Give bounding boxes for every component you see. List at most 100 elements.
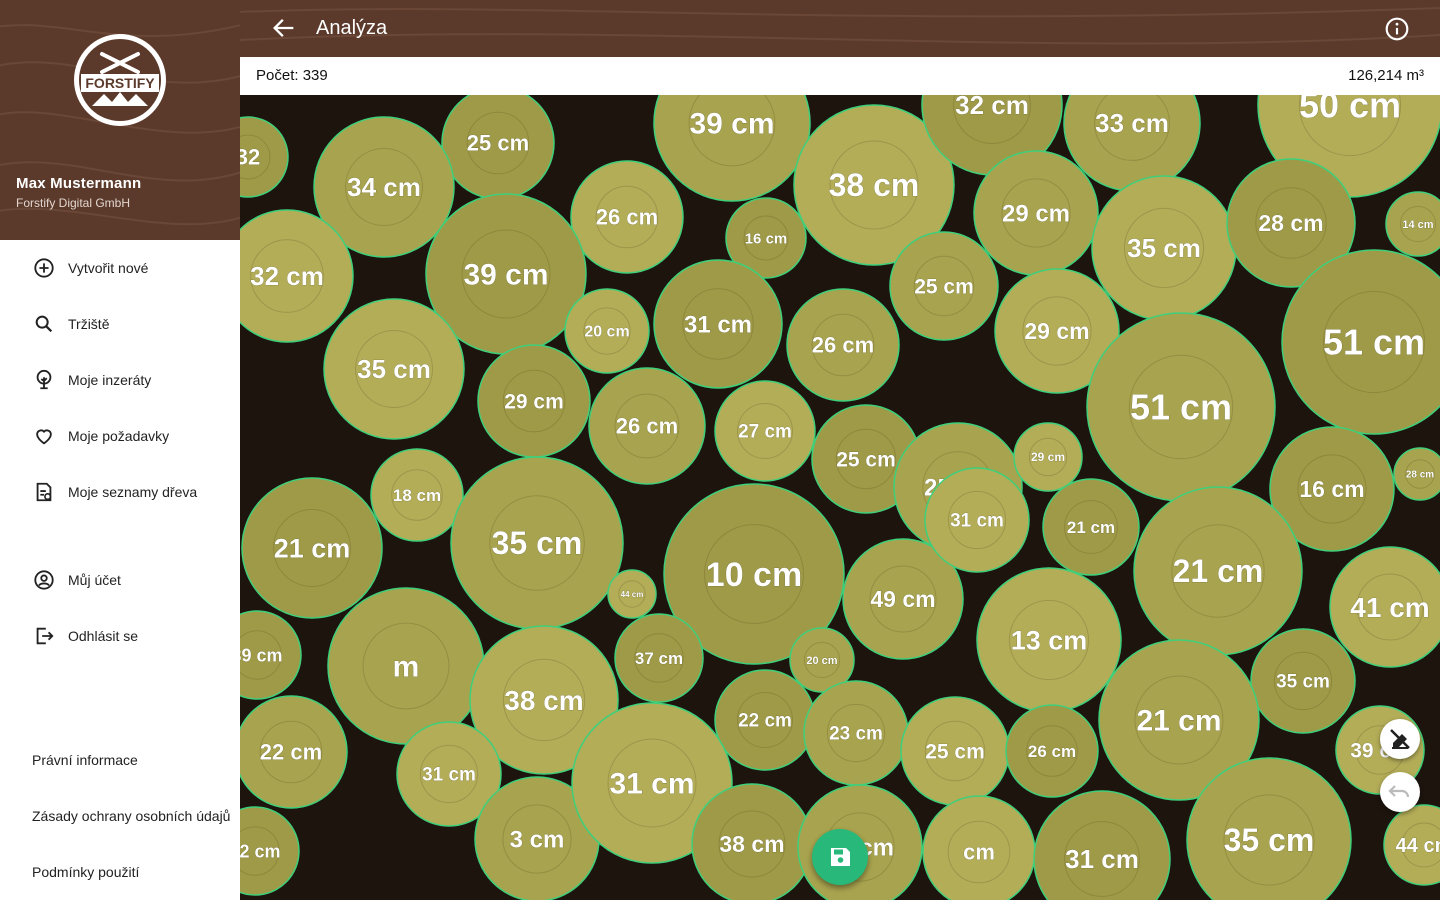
log-diameter-label: 38 cm <box>829 167 920 203</box>
log-diameter-label: 20 cm <box>584 324 629 341</box>
log-diameter-label: 35 cm <box>1276 672 1330 693</box>
log-diameter-label: 26 cm <box>1028 742 1076 761</box>
undo-button[interactable] <box>1380 772 1420 812</box>
log-detection[interactable]: 22 cm <box>714 669 816 771</box>
log-diameter-label: 32 <box>240 145 260 170</box>
log-detection[interactable]: 32 <box>240 116 289 198</box>
log-detection[interactable]: 38 cm <box>691 783 813 900</box>
log-detection[interactable]: 20 cm <box>564 288 650 374</box>
log-diameter-label: 10 cm <box>706 556 802 594</box>
log-diameter-label: 22 cm <box>260 740 322 765</box>
nav-create-new[interactable]: Vytvořit nové <box>0 244 240 292</box>
log-diameter-label: 22 cm <box>738 711 792 732</box>
log-detection[interactable]: 22 cm <box>240 695 348 809</box>
log-detection[interactable]: 35 cm <box>1091 175 1237 321</box>
nav-label: Odhlásit se <box>68 628 139 644</box>
log-detection[interactable]: 26 cm <box>1005 704 1099 798</box>
log-diameter-label: 31 cm <box>950 511 1004 532</box>
info-button[interactable] <box>1384 16 1410 42</box>
back-button[interactable] <box>270 14 298 42</box>
log-detection[interactable]: 13 cm <box>976 567 1122 713</box>
log-detection[interactable]: 35 cm <box>323 298 465 440</box>
logout-icon <box>32 624 56 648</box>
legal-info-link[interactable]: Právní informace <box>32 752 138 768</box>
log-diameter-label: 23 cm <box>829 724 883 745</box>
log-diameter-label: 38 cm <box>504 685 583 716</box>
log-diameter-label: 25 cm <box>925 740 985 763</box>
wood-grain-background <box>240 7 1440 45</box>
log-detection[interactable]: cm <box>922 795 1036 900</box>
log-detection[interactable]: 41 cm <box>1329 546 1440 668</box>
log-diameter-label: 44 cm <box>1396 835 1440 857</box>
log-detection[interactable]: 29 cm <box>973 150 1099 276</box>
log-diameter-label: 32 cm <box>955 95 1029 120</box>
log-detection[interactable]: 28 cm <box>1393 447 1440 501</box>
log-detection[interactable]: 14 cm <box>1385 191 1440 257</box>
log-diameter-label: 25 cm <box>914 275 974 298</box>
log-diameter-label: 20 cm <box>806 655 837 667</box>
log-detection[interactable]: 31 cm <box>924 467 1030 573</box>
log-detection[interactable]: 25 cm <box>900 696 1010 806</box>
log-detection[interactable]: 37 cm <box>614 613 704 703</box>
nav-wood-lists[interactable]: Moje seznamy dřeva <box>0 468 240 516</box>
log-detection[interactable]: 23 cm <box>803 680 909 786</box>
log-detection[interactable]: 51 cm <box>1086 312 1276 502</box>
log-detection[interactable]: 31 cm <box>653 259 783 389</box>
log-detection[interactable]: 31 cm <box>1033 790 1171 900</box>
nav-logout[interactable]: Odhlásit se <box>0 612 240 660</box>
log-diameter-label: 26 cm <box>616 414 678 439</box>
log-detection[interactable]: 29 cm <box>477 344 591 458</box>
log-detection[interactable]: 25 cm <box>441 95 555 200</box>
app-bar: Analýza <box>240 0 1440 57</box>
log-diameter-label: 21 cm <box>1067 518 1115 537</box>
log-detection[interactable]: 26 cm <box>786 288 900 402</box>
log-diameter-label: 32 cm <box>240 841 281 861</box>
log-detection[interactable]: m <box>327 587 485 745</box>
nav-my-listings[interactable]: Moje inzeráty <box>0 356 240 404</box>
log-diameter-label: 35 cm <box>357 354 431 384</box>
log-diameter-label: 37 cm <box>635 649 683 668</box>
log-detection[interactable]: 18 cm <box>370 448 464 542</box>
total-volume: 126,214 m³ <box>1348 67 1424 84</box>
nav-my-account[interactable]: Můj účet <box>0 556 240 604</box>
log-diameter-label: 18 cm <box>393 486 441 505</box>
save-button[interactable] <box>812 829 868 885</box>
log-detection[interactable]: 39 cm <box>653 95 811 202</box>
logo-wordmark: FORSTIFY <box>85 75 155 91</box>
log-count: Počet: 339 <box>256 67 328 84</box>
log-diameter-label: 16 cm <box>745 230 788 247</box>
nav-label: Moje inzeráty <box>68 372 152 388</box>
log-detection[interactable]: 29 cm <box>1013 422 1083 492</box>
log-diameter-label: 41 cm <box>1350 592 1429 623</box>
log-detection[interactable]: 21 cm <box>241 477 383 619</box>
log-diameter-label: 28 cm <box>1258 210 1323 236</box>
log-detection[interactable]: 27 cm <box>714 380 816 482</box>
hide-markers-button[interactable] <box>1380 719 1420 759</box>
log-diameter-label: 21 cm <box>1173 553 1264 589</box>
log-detection[interactable]: 26 cm <box>588 367 706 485</box>
log-detection[interactable]: 25 cm <box>889 231 999 341</box>
log-diameter-label: 25 cm <box>836 448 896 471</box>
log-detection[interactable]: 26 cm <box>570 160 684 274</box>
log-detection[interactable]: 21 cm <box>1042 478 1140 576</box>
log-detection[interactable]: 32 cm <box>240 806 300 896</box>
log-detection[interactable]: 35 cm <box>450 456 624 630</box>
detection-overlay: 39 cm 38 cm 32 cm 33 cm 50 cm 25 cm 34 cm 26 cm… <box>240 95 1440 900</box>
log-diameter-label: 31 cm <box>422 765 476 786</box>
summary-bar: Počet: 339 126,214 m³ <box>240 57 1440 96</box>
log-detection[interactable]: 35 cm <box>1250 628 1356 734</box>
log-pile-photo[interactable]: 39 cm 38 cm 32 cm 33 cm 50 cm 25 cm 34 cm 26 cm… <box>240 95 1440 900</box>
privacy-policy-link[interactable]: Zásady ochrany osobních údajů <box>32 808 230 824</box>
nav-my-requests[interactable]: Moje požadavky <box>0 412 240 460</box>
log-diameter-label: 33 cm <box>1095 108 1169 138</box>
nav-marketplace[interactable]: Tržiště <box>0 300 240 348</box>
log-detection[interactable]: 39 cm <box>240 610 302 700</box>
log-detection[interactable]: 21 cm <box>1133 486 1303 656</box>
log-detection[interactable]: 44 cm <box>607 569 657 619</box>
log-detection[interactable]: 44 cm <box>1383 804 1440 886</box>
log-diameter-label: 29 cm <box>1002 200 1070 227</box>
log-diameter-label: 50 cm <box>1299 95 1401 126</box>
log-diameter-label: m <box>393 651 420 684</box>
page-title: Analýza <box>316 17 388 39</box>
terms-of-use-link[interactable]: Podmínky použití <box>32 864 139 880</box>
